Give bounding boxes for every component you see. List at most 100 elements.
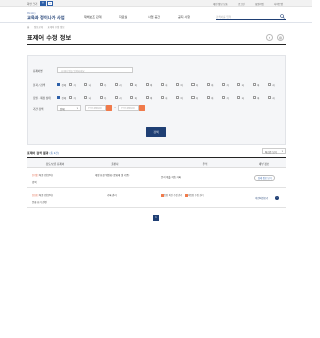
type-option-checkbox[interactable] xyxy=(99,95,103,99)
entry-word: 최종 (전문어) xyxy=(39,174,53,177)
zoom-in-button[interactable]: + xyxy=(40,1,46,6)
print-button[interactable]: ◎ xyxy=(277,34,284,41)
search-input[interactable]: 검색어를 입력 xyxy=(216,13,286,20)
search-placeholder: 검색어를 입력 xyxy=(216,15,232,19)
category-option-checkbox[interactable] xyxy=(176,82,180,86)
type-option-checkbox[interactable] xyxy=(114,95,119,99)
category-option-checkbox[interactable] xyxy=(69,82,73,86)
type-option-checkbox[interactable] xyxy=(130,95,134,99)
entry-sub: 검색 xyxy=(32,181,37,184)
type-all-checkbox[interactable] xyxy=(57,95,61,99)
column-header: 주석 xyxy=(202,162,208,166)
breadcrumb-section[interactable]: 정보공개 xyxy=(34,26,43,29)
end-date-input[interactable]: YYYY-MM-DD xyxy=(118,105,139,111)
search-button[interactable]: 검색 xyxy=(146,127,166,137)
site-logo[interactable]: Ministry 교육과 정이나가 사업 xyxy=(27,12,65,20)
chevron-down-icon: ▾ xyxy=(281,150,283,153)
type-option-label: 다 xyxy=(104,96,107,100)
breadcrumb-home[interactable]: 홈 xyxy=(27,26,29,29)
type-option-checkbox[interactable] xyxy=(206,95,210,99)
nav-item-4[interactable]: 공지 사항 xyxy=(178,15,190,19)
entry-title[interactable]: [보류] 최종 (전문어) xyxy=(32,193,53,197)
detail-button[interactable]: 상세 정보 보기 xyxy=(254,175,276,181)
table-row: [수정] 최종 (전문어) 검색 개정 요청 위원회 (문화재 및 기준) 문서… xyxy=(27,168,286,188)
type-option-checkbox[interactable] xyxy=(176,95,180,99)
type-option-checkbox[interactable] xyxy=(252,95,256,99)
publisher-cell: 개정 요청 위원회 (문화재 및 기준) xyxy=(95,174,130,177)
category-option-label: 타 xyxy=(241,83,244,87)
category-option-label: 아 xyxy=(180,83,183,87)
category-option-label: 자 xyxy=(195,83,199,87)
type-all-label: 전체 xyxy=(61,96,66,100)
privacy-link[interactable]: 개인 정보 보호 xyxy=(213,2,228,6)
category-all-label: 전체 xyxy=(61,83,66,87)
sort-select[interactable]: 최신순 보기 ▾ xyxy=(262,148,286,154)
type-option-label: 라 xyxy=(119,96,122,100)
signup-link[interactable]: 회원가입 xyxy=(255,2,264,6)
date-select-value: 전체 xyxy=(60,108,65,112)
type-option-checkbox[interactable] xyxy=(69,95,73,99)
category-option-checkbox[interactable] xyxy=(267,82,272,86)
category-option-label: 사 xyxy=(165,83,168,87)
type-option-checkbox[interactable] xyxy=(84,95,88,99)
keyword-input[interactable]: 표제어 명을 입력하세요 xyxy=(57,67,133,73)
zoom-out-button[interactable]: − xyxy=(47,1,53,6)
column-header: 출판사 xyxy=(111,162,119,166)
status-item: 통합 의견 수정 관리 xyxy=(161,193,182,197)
results-count: (총 2건) xyxy=(49,152,59,155)
date-range-select[interactable]: 전체 ▾ xyxy=(57,105,81,111)
category-option-checkbox[interactable] xyxy=(114,82,119,86)
category-option-checkbox[interactable] xyxy=(237,82,241,86)
category-option-checkbox[interactable] xyxy=(222,82,226,86)
arrow-right-icon[interactable]: › xyxy=(275,195,279,200)
type-label: 집필 · 제정 상태 xyxy=(33,96,51,100)
chevron-down-icon: ▾ xyxy=(76,107,78,110)
category-option-checkbox[interactable] xyxy=(84,82,88,86)
page-number-current[interactable]: 1 xyxy=(153,215,159,221)
nav-item-2[interactable]: 자료실 xyxy=(119,15,127,19)
category-option-label: 카 xyxy=(226,83,229,87)
category-option-checkbox[interactable] xyxy=(191,82,195,86)
note-cell: 문서 제출 학습 기록 xyxy=(161,176,181,179)
type-option-checkbox[interactable] xyxy=(160,95,164,99)
keyword-label: 표제어명 xyxy=(33,69,43,73)
publisher-cell: 기록 관리 xyxy=(107,194,117,197)
nav-item-3[interactable]: 사업 공간 xyxy=(148,15,160,19)
back-button[interactable]: ‹ xyxy=(266,34,273,41)
type-option-checkbox[interactable] xyxy=(222,95,226,99)
start-date-input[interactable]: YYYY-MM-DD xyxy=(85,105,106,111)
type-option-checkbox[interactable] xyxy=(237,95,241,99)
end-date-placeholder: YYYY-MM-DD xyxy=(121,107,135,111)
history-link[interactable]: 이전의견보기 xyxy=(255,196,268,200)
type-option-checkbox[interactable] xyxy=(191,95,195,99)
type-option-label: 자 xyxy=(195,96,199,100)
type-option-label: 가 xyxy=(73,96,76,100)
search-icon[interactable] xyxy=(280,13,285,19)
type-option-checkbox[interactable] xyxy=(267,95,272,99)
category-option-checkbox[interactable] xyxy=(130,82,134,86)
entry-title[interactable]: [수정] 최종 (전문어) xyxy=(32,173,53,177)
calendar-icon[interactable] xyxy=(106,105,112,111)
type-option-checkbox[interactable] xyxy=(145,95,149,99)
site-header: Ministry 교육과 정이나가 사업 재해보조 관계 자료실 사업 공간 공… xyxy=(0,8,312,23)
category-option-checkbox[interactable] xyxy=(252,82,256,86)
logo-title: 교육과 정이나가 사업 xyxy=(27,15,65,20)
category-all-checkbox[interactable] xyxy=(57,82,61,86)
type-option-label: 차 xyxy=(211,96,214,100)
category-option-checkbox[interactable] xyxy=(206,82,210,86)
category-option-label: 하 xyxy=(272,83,275,87)
calendar-icon[interactable] xyxy=(139,105,145,111)
start-date-placeholder: YYYY-MM-DD xyxy=(88,107,102,111)
category-option-label: 바 xyxy=(150,83,153,87)
category-option-checkbox[interactable] xyxy=(99,82,103,86)
status-item: 비통합 수정 관리 xyxy=(185,193,203,197)
login-link[interactable]: 로그인 xyxy=(238,2,245,6)
category-option-checkbox[interactable] xyxy=(145,82,149,86)
sitemap-link[interactable]: 사이트맵 xyxy=(274,2,283,6)
nav-item-1[interactable]: 재해보조 관계 xyxy=(84,15,102,19)
category-option-label: 라 xyxy=(119,83,122,87)
category-option-checkbox[interactable] xyxy=(160,82,164,86)
type-option-label: 아 xyxy=(180,96,183,100)
category-option-label: 나 xyxy=(88,83,91,87)
status-text: 통합 의견 수정 관리 xyxy=(164,194,183,197)
